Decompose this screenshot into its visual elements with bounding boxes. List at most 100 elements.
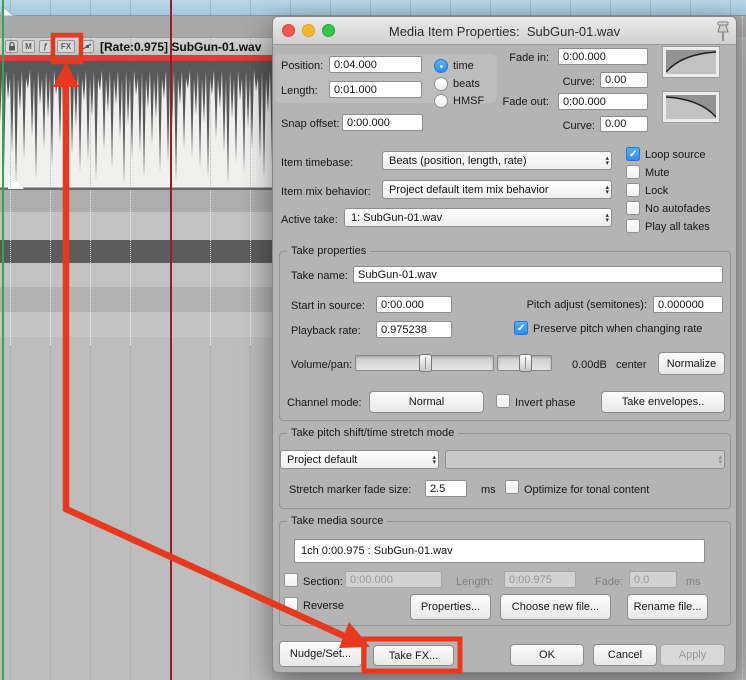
gridline (130, 0, 131, 15)
waveform-item[interactable] (0, 61, 272, 190)
preserve-pitch-label: Preserve pitch when changing rate (533, 323, 703, 335)
preserve-pitch-checkbox[interactable] (514, 321, 528, 335)
fade-in-input[interactable] (558, 48, 648, 65)
section-start-input[interactable] (345, 571, 442, 588)
pin-icon[interactable] (714, 21, 732, 43)
ok-button[interactable]: OK (510, 644, 584, 666)
reaper-screen: M ƒ FX [Rate:0.975] SubGun-01.wav Media … (0, 0, 746, 680)
volume-slider-thumb[interactable] (419, 354, 432, 372)
timeline-ruler[interactable] (0, 0, 746, 16)
item-envelope-button[interactable] (81, 40, 94, 53)
item-label: [Rate:0.975] SubGun-01.wav (100, 40, 262, 54)
invert-phase-checkbox[interactable] (496, 394, 510, 408)
pitch-mode-title: Take pitch shift/time stretch mode (287, 427, 459, 440)
active-take-select[interactable]: 1: SubGun-01.wav (344, 208, 612, 227)
gridline (90, 0, 91, 15)
active-take-value: 1: SubGun-01.wav (351, 211, 443, 224)
gridline (90, 37, 91, 190)
gridline (210, 190, 211, 345)
channel-mode-label: Channel mode: (287, 397, 362, 409)
position-input[interactable] (329, 56, 422, 73)
take-fx-button[interactable]: Take FX... (373, 645, 454, 666)
cancel-button[interactable]: Cancel (593, 644, 657, 666)
item-lock-button[interactable] (5, 40, 18, 53)
gridline (530, 0, 531, 15)
track-row (0, 287, 272, 312)
section-length-input[interactable] (504, 571, 576, 588)
radio-time-label: time (453, 60, 474, 72)
stretch-marker-input[interactable] (425, 480, 467, 497)
radio-time[interactable] (434, 59, 448, 73)
track-row-selected (0, 240, 272, 263)
start-in-source-label: Start in source: (291, 300, 365, 312)
reverse-label: Reverse (303, 600, 344, 612)
pan-slider[interactable] (497, 354, 552, 372)
fade-out-input[interactable] (558, 93, 648, 110)
gridline (130, 190, 131, 345)
dialog-titlebar[interactable]: Media Item Properties: SubGun-01.wav (273, 17, 736, 45)
volume-slider[interactable] (355, 354, 494, 372)
take-name-input[interactable] (353, 266, 723, 283)
no-autofades-checkbox[interactable] (626, 201, 640, 215)
mute-label: Mute (645, 167, 670, 179)
item-mix-label: Item mix behavior: (281, 186, 371, 198)
pan-center-value: center (616, 359, 647, 371)
item-mute-button[interactable]: M (22, 40, 35, 53)
lock-label: Lock (645, 185, 669, 197)
radio-hmsf[interactable] (434, 94, 448, 108)
rename-file-button[interactable]: Rename file... (627, 594, 708, 620)
pitch-adjust-input[interactable] (653, 296, 723, 313)
pan-slider-thumb[interactable] (519, 354, 532, 372)
loop-source-checkbox[interactable] (626, 147, 640, 161)
normalize-button[interactable]: Normalize (658, 352, 725, 375)
item-mix-select[interactable]: Project default item mix behavior (382, 180, 612, 199)
pitch-mode-select[interactable]: Project default (280, 450, 439, 469)
chevron-up-down-icon (718, 455, 722, 465)
curve-out-input[interactable] (600, 116, 648, 132)
gridline (410, 0, 411, 15)
section-fade-label: Fade: (595, 576, 624, 588)
gridline (10, 345, 11, 680)
start-in-source-input[interactable] (376, 296, 452, 313)
item-fx-button[interactable]: FX (57, 40, 75, 53)
choose-new-file-button[interactable]: Choose new file... (500, 594, 611, 620)
track-row (0, 263, 272, 287)
item-timebase-select[interactable]: Beats (position, length, rate) (382, 151, 612, 170)
chevron-up-down-icon (605, 156, 609, 166)
snap-offset-label: Snap offset: (281, 118, 340, 130)
lock-checkbox[interactable] (626, 183, 640, 197)
section-label: Section: (303, 576, 343, 588)
apply-button[interactable]: Apply (660, 644, 725, 666)
snap-offset-input[interactable] (342, 114, 423, 131)
gridline (50, 37, 51, 190)
mute-checkbox[interactable] (626, 165, 640, 179)
optimize-tonal-checkbox[interactable] (505, 480, 519, 494)
gridline (610, 0, 611, 15)
section-fade-input[interactable] (629, 571, 677, 588)
track-row (0, 312, 272, 337)
section-checkbox[interactable] (284, 573, 298, 587)
fade-in-curve-button[interactable] (662, 46, 720, 78)
lock-icon (8, 42, 15, 51)
radio-beats[interactable] (434, 77, 448, 91)
play-all-takes-label: Play all takes (645, 221, 710, 233)
media-item-header: M ƒ FX [Rate:0.975] SubGun-01.wav (0, 37, 272, 56)
fade-out-curve-button[interactable] (662, 91, 720, 123)
gridline (210, 0, 211, 15)
channel-mode-button[interactable]: Normal (369, 391, 484, 413)
length-input[interactable] (329, 81, 422, 98)
gridline (10, 37, 11, 190)
pitch-adjust-label: Pitch adjust (semitones): (526, 299, 647, 311)
nudge-set-button[interactable]: Nudge/Set... (279, 641, 362, 667)
pitch-submode-select[interactable] (445, 450, 725, 469)
playback-rate-input[interactable] (376, 321, 452, 338)
curve-in-input[interactable] (600, 72, 648, 88)
item-timebase-label: Item timebase: (281, 157, 354, 169)
radio-hmsf-label: HMSF (453, 95, 485, 107)
reverse-checkbox[interactable] (284, 597, 298, 611)
play-all-takes-checkbox[interactable] (626, 219, 640, 233)
properties-button[interactable]: Properties... (410, 594, 491, 620)
edit-cursor-green-line (2, 0, 4, 680)
take-envelopes-button[interactable]: Take envelopes.. (601, 391, 725, 413)
volume-pan-label: Volume/pan: (291, 359, 353, 371)
